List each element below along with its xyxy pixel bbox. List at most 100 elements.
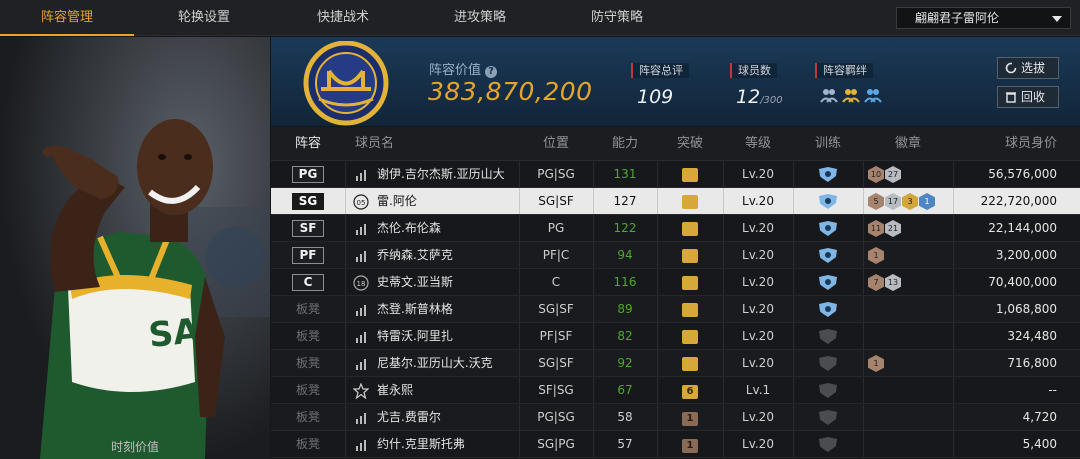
training-shield-icon[interactable] bbox=[818, 194, 838, 209]
badge-hex-icon[interactable]: 21 bbox=[885, 220, 901, 237]
bond-icons[interactable] bbox=[819, 86, 883, 104]
tab-rotation-settings[interactable]: 轮换设置 bbox=[137, 0, 271, 36]
lineup-summary-header: 阵容价值? 383,870,200 阵容总评 109 球员数 12/300 阵容… bbox=[271, 37, 1080, 126]
player-name[interactable]: 谢伊.吉尔杰斯.亚历山大 bbox=[377, 161, 519, 188]
breakthrough-cell: 6 bbox=[657, 377, 723, 404]
bench-slot-label[interactable]: 板凳 bbox=[271, 296, 345, 323]
position-slot-badge[interactable]: SF bbox=[292, 220, 324, 237]
tab-offense-strategy[interactable]: 进攻策略 bbox=[413, 0, 547, 36]
breakthrough-crown-icon[interactable] bbox=[682, 249, 698, 263]
player-ability: 57 bbox=[617, 437, 633, 451]
table-row[interactable]: 板凳 杰登.斯普林格 SG|SF 89 Lv.20 1,068,800 bbox=[271, 296, 1080, 323]
table-header: 阵容 球员名 位置 能力 突破 等级 训练 徽章 球员身价 bbox=[271, 127, 1080, 161]
training-shield-icon[interactable] bbox=[818, 356, 838, 371]
training-shield-icon[interactable] bbox=[818, 329, 838, 344]
user-dropdown[interactable]: 翩翩君子雷阿伦 bbox=[896, 7, 1071, 29]
badge-hex-icon[interactable]: 3 bbox=[902, 193, 918, 210]
breakthrough-crown-icon[interactable] bbox=[682, 195, 698, 209]
table-row[interactable]: PF 乔纳森.艾萨克 PF|C 94 Lv.20 1 3,200,000 bbox=[271, 242, 1080, 269]
breakthrough-crown-icon[interactable] bbox=[682, 276, 698, 290]
col-header-badges[interactable]: 徽章 bbox=[863, 127, 953, 161]
table-row[interactable]: PG 谢伊.吉尔杰斯.亚历山大 PG|SG 131 Lv.20 10 27 56,576,00… bbox=[271, 161, 1080, 188]
badge-hex-icon[interactable]: 7 bbox=[868, 274, 884, 291]
col-header-training[interactable]: 训练 bbox=[793, 127, 863, 161]
col-header-lineup[interactable]: 阵容 bbox=[271, 127, 345, 161]
player-salary: 1,068,800 bbox=[995, 302, 1057, 316]
tab-lineup-management[interactable]: 阵容管理 bbox=[0, 0, 134, 36]
player-name[interactable]: 史蒂文.亚当斯 bbox=[377, 269, 519, 296]
table-row[interactable]: SG 05 雷.阿伦 SG|SF 127 Lv.20 5 17 3 1 222,720,000 bbox=[271, 188, 1080, 215]
breakthrough-crown-icon[interactable]: 6 bbox=[682, 385, 698, 399]
pick-button[interactable]: 选拔 bbox=[997, 57, 1059, 79]
training-shield-icon[interactable] bbox=[818, 167, 838, 182]
bench-slot-label[interactable]: 板凳 bbox=[271, 431, 345, 458]
player-name[interactable]: 约什.克里斯托弗 bbox=[377, 431, 519, 458]
position-slot-badge[interactable]: SG bbox=[292, 193, 324, 210]
recycle-button[interactable]: 回收 bbox=[997, 86, 1059, 108]
badge-hex-icon[interactable]: 1 bbox=[919, 193, 935, 210]
breakthrough-crown-icon[interactable]: 1 bbox=[682, 439, 698, 453]
training-shield-icon[interactable] bbox=[818, 275, 838, 290]
col-header-name[interactable]: 球员名 bbox=[345, 127, 445, 161]
table-row[interactable]: 板凳 特雷沃.阿里扎 PF|SF 82 Lv.20 324,480 bbox=[271, 323, 1080, 350]
position-slot-badge[interactable]: PG bbox=[292, 166, 324, 183]
col-header-salary[interactable]: 球员身价 bbox=[953, 127, 1080, 161]
badge-hex-icon[interactable]: 27 bbox=[885, 166, 901, 183]
tab-quick-tactics[interactable]: 快捷战术 bbox=[276, 0, 410, 36]
breakthrough-crown-icon[interactable] bbox=[682, 222, 698, 236]
breakthrough-crown-icon[interactable] bbox=[682, 168, 698, 182]
col-header-position[interactable]: 位置 bbox=[519, 127, 593, 161]
signal-bars-icon bbox=[356, 224, 366, 235]
player-name[interactable]: 尤吉.费雷尔 bbox=[377, 404, 519, 431]
table-row[interactable]: 板凳 尼基尔.亚历山大.沃克 SG|SF 92 Lv.20 1 716,800 bbox=[271, 350, 1080, 377]
breakthrough-crown-icon[interactable] bbox=[682, 330, 698, 344]
player-name[interactable]: 杰登.斯普林格 bbox=[377, 296, 519, 323]
badge-hex-icon[interactable]: 11 bbox=[868, 220, 884, 237]
breakthrough-crown-icon[interactable] bbox=[682, 357, 698, 371]
bench-slot-label[interactable]: 板凳 bbox=[271, 377, 345, 404]
training-shield-icon[interactable] bbox=[818, 410, 838, 425]
col-header-level[interactable]: 等级 bbox=[723, 127, 793, 161]
col-header-ability[interactable]: 能力 bbox=[593, 127, 657, 161]
player-name[interactable]: 尼基尔.亚历山大.沃克 bbox=[377, 350, 519, 377]
training-shield-icon[interactable] bbox=[818, 248, 838, 263]
tab-defense-strategy[interactable]: 防守策略 bbox=[550, 0, 684, 36]
bench-slot-label[interactable]: 板凳 bbox=[271, 404, 345, 431]
table-row[interactable]: 板凳 约什.克里斯托弗 SG|PG 57 1 Lv.20 5,400 bbox=[271, 431, 1080, 458]
position-slot-badge[interactable]: C bbox=[292, 274, 324, 291]
player-name[interactable]: 乔纳森.艾萨克 bbox=[377, 242, 519, 269]
table-row[interactable]: C 18 史蒂文.亚当斯 C 116 Lv.20 7 13 70,400,000 bbox=[271, 269, 1080, 296]
bench-slot-label[interactable]: 板凳 bbox=[271, 350, 345, 377]
badge-hex-icon[interactable]: 1 bbox=[868, 355, 884, 372]
table-row[interactable]: SF 杰伦.布伦森 PG 122 Lv.20 11 21 22,144,000 bbox=[271, 215, 1080, 242]
training-shield-icon[interactable] bbox=[818, 221, 838, 236]
player-ability: 116 bbox=[613, 275, 637, 289]
badge-hex-icon[interactable]: 13 bbox=[885, 274, 901, 291]
player-name[interactable]: 雷.阿伦 bbox=[377, 188, 519, 215]
player-name[interactable]: 特雷沃.阿里扎 bbox=[377, 323, 519, 350]
column-divider bbox=[863, 215, 864, 241]
training-shield-icon[interactable] bbox=[818, 437, 838, 452]
player-level: Lv.20 bbox=[742, 302, 774, 316]
player-name[interactable]: 杰伦.布伦森 bbox=[377, 215, 519, 242]
breakthrough-cell bbox=[657, 350, 723, 377]
training-shield-icon[interactable] bbox=[818, 302, 838, 317]
breakthrough-crown-icon[interactable]: 1 bbox=[682, 412, 698, 426]
training-shield-icon[interactable] bbox=[818, 383, 838, 398]
badge-hex-icon[interactable]: 17 bbox=[885, 193, 901, 210]
bench-slot-label[interactable]: 板凳 bbox=[271, 323, 345, 350]
breakthrough-crown-icon[interactable] bbox=[682, 303, 698, 317]
player-name[interactable]: 崔永熙 bbox=[377, 377, 519, 404]
breakthrough-cell bbox=[657, 269, 723, 296]
pick-button-label: 选拔 bbox=[1021, 61, 1046, 75]
lineup-value: 383,870,200 bbox=[428, 77, 593, 106]
position-slot-badge[interactable]: PF bbox=[292, 247, 324, 264]
table-row[interactable]: 板凳 尤吉.费雷尔 PG|SG 58 1 Lv.20 4,720 bbox=[271, 404, 1080, 431]
badge-hex-icon[interactable]: 5 bbox=[868, 193, 884, 210]
overall-rating-value: 109 bbox=[637, 86, 674, 108]
player-ability: 89 bbox=[617, 302, 633, 316]
col-header-breakthrough[interactable]: 突破 bbox=[657, 127, 723, 161]
badge-hex-icon[interactable]: 1 bbox=[868, 247, 884, 264]
badge-hex-icon[interactable]: 10 bbox=[868, 166, 884, 183]
table-row[interactable]: 板凳 崔永熙 SF|SG 67 6 Lv.1 -- bbox=[271, 377, 1080, 404]
